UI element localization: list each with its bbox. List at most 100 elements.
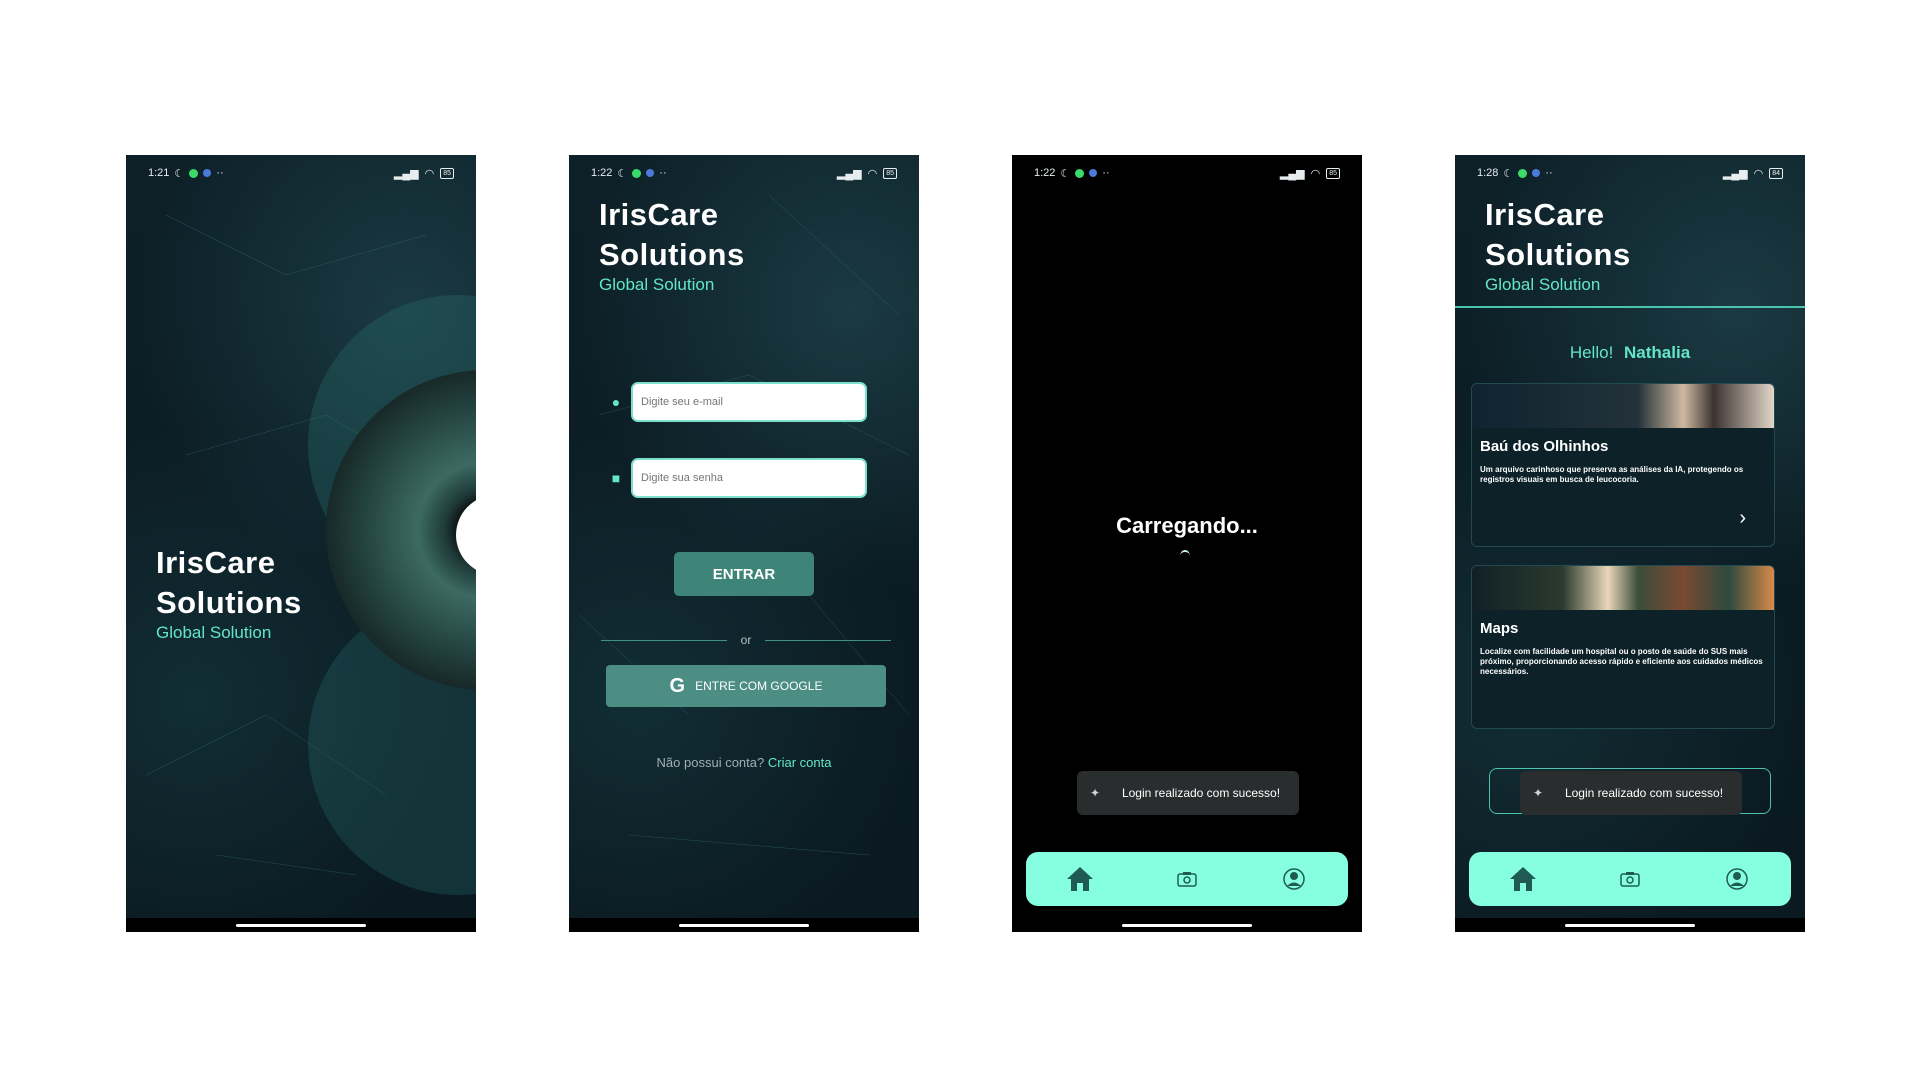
status-bar: 1:22 ☾ ·· ▂▄▆ ◠ 85 (591, 165, 897, 181)
greeting: Hello! Nathalia (1455, 343, 1805, 363)
signup-prompt: Não possui conta? (656, 755, 765, 770)
signup-link[interactable]: Criar conta (768, 755, 832, 770)
gesture-area (569, 918, 919, 932)
home-icon[interactable] (1060, 859, 1100, 899)
more-icon: ·· (1545, 167, 1553, 179)
home-icon[interactable] (1503, 859, 1543, 899)
card-image (1472, 566, 1774, 610)
card-description: Localize com facilidade um hospital ou o… (1480, 647, 1763, 676)
card-maps[interactable]: Maps Localize com facilidade um hospital… (1471, 565, 1775, 729)
brand-block: IrisCare Solutions Global Solution (599, 195, 745, 295)
brand-subtitle: Global Solution (1485, 275, 1601, 294)
profile-icon[interactable] (1274, 859, 1314, 899)
battery-icon: 85 (440, 167, 454, 179)
notification-dot-icon (632, 168, 642, 178)
login-button[interactable]: ENTRAR (674, 552, 814, 596)
home-indicator[interactable] (1565, 924, 1695, 927)
signal-icon: ▂▄▆ (836, 167, 862, 180)
email-row: ● (609, 382, 867, 422)
divider-line-right (765, 639, 892, 641)
signup-row: Não possui conta? Criar conta (569, 755, 919, 770)
home-indicator[interactable] (236, 924, 366, 927)
bottom-nav (1469, 852, 1791, 906)
toast-text: Login realizado com sucesso! (1564, 785, 1724, 800)
brand-title-line1: IrisCare (599, 197, 719, 232)
card-description: Um arquivo carinhoso que preserva as aná… (1480, 465, 1744, 484)
brand-title-line1: IrisCare (1485, 197, 1605, 232)
moon-icon: ☾ (1060, 167, 1071, 180)
signal-icon: ▂▄▆ (1279, 167, 1305, 180)
card-image (1472, 384, 1774, 428)
app-notification-icon (203, 169, 212, 177)
status-bar: 1:28 ☾ ·· ▂▄▆ ◠ 84 (1477, 165, 1783, 181)
loading-screen: 1:22 ☾ ·· ▂▄▆ ◠ 85 Carregando... ✦ Login… (1012, 155, 1362, 932)
wifi-icon: ◠ (1310, 167, 1321, 180)
app-logo-icon: ✦ (1089, 786, 1101, 800)
login-screen: 1:22 ☾ ·· ▂▄▆ ◠ 85 IrisCare Solutions Gl… (569, 155, 919, 932)
more-icon: ·· (1102, 167, 1110, 179)
google-login-button[interactable]: G ENTRE COM GOOGLE (606, 665, 886, 707)
moon-icon: ☾ (174, 167, 185, 180)
toast-text: Login realizado com sucesso! (1121, 785, 1281, 800)
password-field[interactable] (631, 458, 867, 498)
notification-dot-icon (189, 168, 199, 178)
or-divider: or (601, 633, 892, 647)
google-icon: G (669, 674, 686, 697)
status-time: 1:21 (148, 167, 170, 179)
wifi-icon: ◠ (424, 167, 435, 180)
greeting-text: Hello! (1569, 343, 1614, 362)
lock-icon: ■ (611, 470, 621, 486)
status-time: 1:22 (1034, 167, 1056, 179)
gesture-area (1455, 918, 1805, 932)
wifi-icon: ◠ (867, 167, 878, 180)
card-title: Maps (1480, 620, 1519, 637)
home-screen: 1:28 ☾ ·· ▂▄▆ ◠ 84 IrisCare Solutions Gl… (1455, 155, 1805, 932)
app-notification-icon (1532, 169, 1541, 177)
status-bar: 1:21 ☾ ·· ▂▄▆ ◠ 85 (148, 165, 454, 181)
battery-icon: 84 (1769, 167, 1783, 179)
profile-icon[interactable] (1717, 859, 1757, 899)
app-logo-icon: ✦ (1532, 786, 1544, 800)
battery-icon: 85 (883, 167, 897, 179)
card-bau-dos-olhinhos[interactable]: Baú dos Olhinhos Um arquivo carinhoso qu… (1471, 383, 1775, 547)
brand-subtitle: Global Solution (156, 623, 272, 642)
chevron-right-icon[interactable]: › (1739, 507, 1746, 530)
status-time: 1:22 (591, 167, 613, 179)
camera-icon[interactable] (1610, 859, 1650, 899)
loading-text: Carregando... (1116, 513, 1258, 538)
bottom-nav (1026, 852, 1348, 906)
card-title: Baú dos Olhinhos (1480, 438, 1609, 455)
gesture-area (1012, 918, 1362, 932)
header-divider (1455, 306, 1805, 308)
password-row: ■ (609, 458, 867, 498)
status-time: 1:28 (1477, 167, 1499, 179)
app-notification-icon (1089, 169, 1098, 177)
signal-icon: ▂▄▆ (393, 167, 419, 180)
google-button-label: ENTRE COM GOOGLE (695, 679, 823, 693)
brand-title-line2: Solutions (599, 237, 745, 272)
notification-dot-icon (1518, 168, 1528, 178)
camera-icon[interactable] (1167, 859, 1207, 899)
divider-text: or (740, 633, 752, 647)
home-indicator[interactable] (679, 924, 809, 927)
brand-block: IrisCare Solutions Global Solution (1485, 195, 1631, 295)
user-name: Nathalia (1624, 343, 1691, 362)
more-icon: ·· (659, 167, 667, 179)
more-icon: ·· (216, 167, 224, 179)
battery-icon: 85 (1326, 167, 1340, 179)
signal-icon: ▂▄▆ (1722, 167, 1748, 180)
moon-icon: ☾ (1503, 167, 1514, 180)
notification-dot-icon (1075, 168, 1085, 178)
moon-icon: ☾ (617, 167, 628, 180)
splash-screen: 1:21 ☾ ·· ▂▄▆ ◠ 85 IrisCare Solutions Gl… (126, 155, 476, 932)
divider-line-left (601, 639, 727, 641)
wifi-icon: ◠ (1753, 167, 1764, 180)
gesture-area (126, 918, 476, 932)
email-field[interactable] (631, 382, 867, 422)
home-indicator[interactable] (1122, 924, 1252, 927)
brand-title-line2: Solutions (1485, 237, 1631, 272)
status-bar: 1:22 ☾ ·· ▂▄▆ ◠ 85 (1034, 165, 1340, 181)
brand-block: IrisCare Solutions Global Solution (156, 543, 302, 643)
loading-spinner-icon (1180, 550, 1190, 562)
toast-notification: ✦ Login realizado com sucesso! (1077, 771, 1299, 815)
